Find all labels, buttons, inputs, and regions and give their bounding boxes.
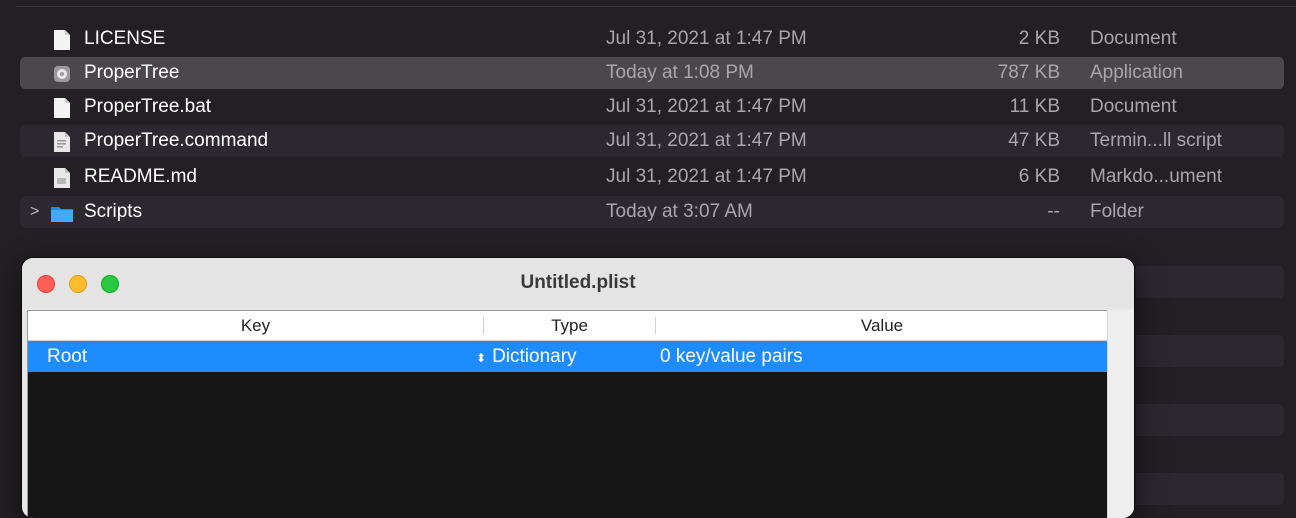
column-header-type[interactable]: Type	[484, 311, 655, 340]
divider	[16, 6, 1296, 7]
row-type-label: Dictionary	[492, 346, 577, 367]
window-title: Untitled.plist	[520, 272, 636, 293]
text-document-icon	[53, 167, 71, 188]
row-value[interactable]: 0 key/value pairs	[660, 341, 803, 372]
file-row-propertree-bat[interactable]: ProperTree.bat Jul 31, 2021 at 1:47 PM 1…	[20, 91, 1284, 123]
file-name: Scripts	[84, 201, 143, 222]
file-date: Jul 31, 2021 at 1:47 PM	[606, 28, 807, 49]
file-kind: Application	[1090, 62, 1183, 83]
file-date: Jul 31, 2021 at 1:47 PM	[606, 130, 807, 151]
folder-icon	[50, 202, 74, 222]
file-date: Today at 3:07 AM	[606, 201, 753, 222]
file-row-propertree-command[interactable]: ProperTree.command Jul 31, 2021 at 1:47 …	[20, 125, 1284, 157]
row-key[interactable]: Root	[47, 341, 87, 372]
empty-row-stripe	[1136, 266, 1284, 298]
table-header: Key Type Value	[28, 311, 1108, 341]
file-size: 47 KB	[1008, 130, 1060, 151]
document-icon	[53, 29, 71, 50]
file-kind: Markdo...ument	[1090, 166, 1222, 187]
table-row-root[interactable]: Root ⬍ Dictionary 0 key/value pairs	[28, 341, 1108, 372]
file-kind: Termin...ll script	[1090, 130, 1222, 151]
file-size: 11 KB	[1009, 96, 1060, 117]
file-size: 787 KB	[997, 62, 1060, 83]
file-date: Jul 31, 2021 at 1:47 PM	[606, 166, 807, 187]
updown-arrows-icon: ⬍	[476, 351, 487, 365]
disclosure-chevron-icon[interactable]: >	[30, 196, 39, 228]
file-date: Jul 31, 2021 at 1:47 PM	[606, 96, 807, 117]
file-kind: Document	[1090, 28, 1177, 49]
document-icon	[53, 97, 71, 118]
file-date: Today at 1:08 PM	[606, 62, 754, 83]
column-header-key[interactable]: Key	[28, 311, 483, 340]
file-name: LICENSE	[84, 28, 166, 49]
file-kind: Folder	[1090, 201, 1144, 222]
script-icon	[53, 131, 71, 152]
empty-row-stripe	[1136, 404, 1284, 436]
empty-row-stripe	[1136, 473, 1284, 505]
file-size: 2 KB	[1018, 28, 1060, 49]
file-row-propertree[interactable]: ProperTree Today at 1:08 PM 787 KB Appli…	[20, 57, 1284, 89]
app-icon	[53, 63, 71, 83]
file-row-license[interactable]: LICENSE Jul 31, 2021 at 1:47 PM 2 KB Doc…	[20, 23, 1284, 55]
file-size: 6 KB	[1018, 166, 1060, 187]
vertical-scrollbar[interactable]	[1107, 310, 1134, 518]
file-size: --	[1047, 201, 1060, 222]
file-name: README.md	[84, 166, 197, 187]
window-titlebar[interactable]: Untitled.plist	[22, 258, 1134, 308]
plist-table[interactable]: Key Type Value Root ⬍ Dictionary 0 key/va…	[27, 310, 1109, 518]
file-row-readme[interactable]: README.md Jul 31, 2021 at 1:47 PM 6 KB M…	[20, 161, 1284, 193]
file-name: ProperTree.command	[84, 130, 269, 151]
file-name: ProperTree	[84, 62, 180, 83]
column-header-value[interactable]: Value	[656, 311, 1108, 340]
file-name: ProperTree.bat	[84, 96, 212, 117]
file-row-scripts[interactable]: > Scripts Today at 3:07 AM -- Folder	[20, 196, 1284, 228]
empty-row-stripe	[1136, 335, 1284, 367]
file-kind: Document	[1090, 96, 1177, 117]
plist-editor-window: Untitled.plist Key Type Value Root ⬍ Dict…	[22, 258, 1134, 518]
row-type-popup[interactable]: ⬍ Dictionary	[476, 341, 577, 374]
